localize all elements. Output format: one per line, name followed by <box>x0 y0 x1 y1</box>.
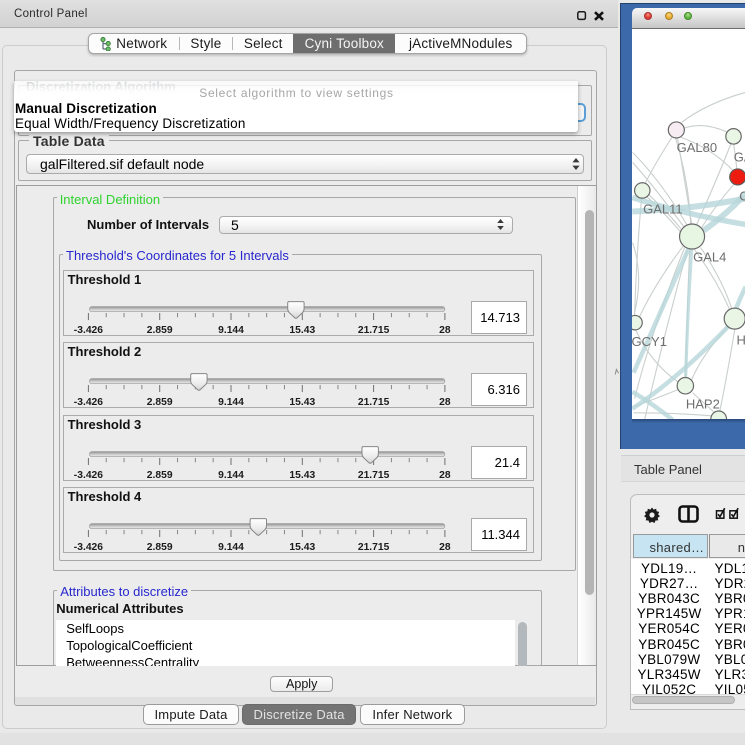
svg-text:H: H <box>736 332 745 347</box>
svg-text:GCY1: GCY1 <box>632 334 667 349</box>
svg-text:28: 28 <box>439 542 451 553</box>
svg-text:21.715: 21.715 <box>357 542 389 553</box>
svg-text:9.144: 9.144 <box>218 470 244 481</box>
svg-text:15.43: 15.43 <box>289 542 315 553</box>
svg-text:-3.426: -3.426 <box>73 325 102 336</box>
svg-text:21.715: 21.715 <box>357 470 389 481</box>
svg-text:21.715: 21.715 <box>357 397 389 408</box>
svg-text:GAL80: GAL80 <box>676 140 716 155</box>
svg-text:9.144: 9.144 <box>218 325 244 336</box>
svg-text:-3.426: -3.426 <box>73 470 102 481</box>
svg-text:2.859: 2.859 <box>146 470 172 481</box>
svg-text:21.715: 21.715 <box>357 325 389 336</box>
svg-text:15.43: 15.43 <box>289 397 315 408</box>
svg-text:C: C <box>739 188 745 203</box>
svg-text:GAL11: GAL11 <box>643 201 683 216</box>
svg-text:-3.426: -3.426 <box>73 397 102 408</box>
svg-text:HAP2: HAP2 <box>686 396 720 411</box>
svg-text:9.144: 9.144 <box>218 542 244 553</box>
svg-text:15.43: 15.43 <box>289 470 315 481</box>
svg-text:9.144: 9.144 <box>218 397 244 408</box>
svg-text:2.859: 2.859 <box>146 397 172 408</box>
svg-text:28: 28 <box>439 325 451 336</box>
svg-text:2.859: 2.859 <box>146 542 172 553</box>
svg-text:2.859: 2.859 <box>146 325 172 336</box>
svg-text:GAL4: GAL4 <box>693 249 726 264</box>
svg-text:15.43: 15.43 <box>289 325 315 336</box>
svg-text:GA: GA <box>733 149 745 164</box>
svg-text:-3.426: -3.426 <box>73 542 102 553</box>
svg-text:28: 28 <box>439 470 451 481</box>
svg-text:28: 28 <box>439 397 451 408</box>
